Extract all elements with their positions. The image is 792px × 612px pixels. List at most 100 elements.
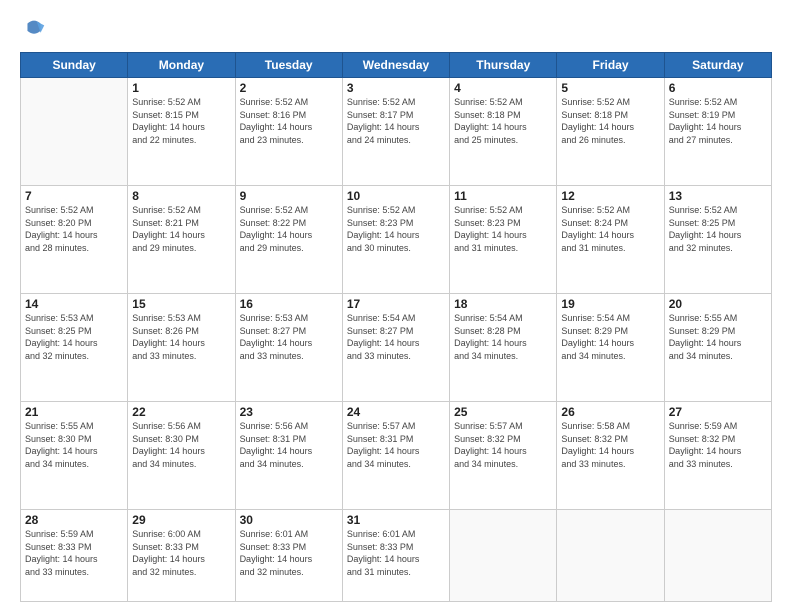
calendar-cell: 3Sunrise: 5:52 AM Sunset: 8:17 PM Daylig… bbox=[342, 78, 449, 186]
day-info: Sunrise: 5:56 AM Sunset: 8:31 PM Dayligh… bbox=[240, 420, 338, 470]
day-number: 21 bbox=[25, 405, 123, 419]
day-number: 13 bbox=[669, 189, 767, 203]
calendar-cell: 9Sunrise: 5:52 AM Sunset: 8:22 PM Daylig… bbox=[235, 185, 342, 293]
calendar-cell: 6Sunrise: 5:52 AM Sunset: 8:19 PM Daylig… bbox=[664, 78, 771, 186]
day-info: Sunrise: 5:52 AM Sunset: 8:17 PM Dayligh… bbox=[347, 96, 445, 146]
day-number: 2 bbox=[240, 81, 338, 95]
calendar-cell: 28Sunrise: 5:59 AM Sunset: 8:33 PM Dayli… bbox=[21, 509, 128, 601]
logo-icon bbox=[20, 16, 48, 44]
calendar-cell: 2Sunrise: 5:52 AM Sunset: 8:16 PM Daylig… bbox=[235, 78, 342, 186]
day-info: Sunrise: 5:52 AM Sunset: 8:16 PM Dayligh… bbox=[240, 96, 338, 146]
day-number: 16 bbox=[240, 297, 338, 311]
day-info: Sunrise: 5:52 AM Sunset: 8:19 PM Dayligh… bbox=[669, 96, 767, 146]
calendar-cell: 18Sunrise: 5:54 AM Sunset: 8:28 PM Dayli… bbox=[450, 293, 557, 401]
calendar-day-header: Monday bbox=[128, 53, 235, 78]
day-info: Sunrise: 5:52 AM Sunset: 8:18 PM Dayligh… bbox=[561, 96, 659, 146]
day-number: 23 bbox=[240, 405, 338, 419]
day-info: Sunrise: 6:01 AM Sunset: 8:33 PM Dayligh… bbox=[347, 528, 445, 578]
day-info: Sunrise: 5:59 AM Sunset: 8:32 PM Dayligh… bbox=[669, 420, 767, 470]
calendar-cell: 13Sunrise: 5:52 AM Sunset: 8:25 PM Dayli… bbox=[664, 185, 771, 293]
day-info: Sunrise: 5:52 AM Sunset: 8:18 PM Dayligh… bbox=[454, 96, 552, 146]
day-info: Sunrise: 5:57 AM Sunset: 8:32 PM Dayligh… bbox=[454, 420, 552, 470]
day-number: 19 bbox=[561, 297, 659, 311]
day-number: 27 bbox=[669, 405, 767, 419]
calendar-week-row: 14Sunrise: 5:53 AM Sunset: 8:25 PM Dayli… bbox=[21, 293, 772, 401]
day-number: 9 bbox=[240, 189, 338, 203]
calendar-cell: 15Sunrise: 5:53 AM Sunset: 8:26 PM Dayli… bbox=[128, 293, 235, 401]
header bbox=[20, 16, 772, 44]
day-number: 31 bbox=[347, 513, 445, 527]
day-number: 5 bbox=[561, 81, 659, 95]
calendar-cell: 26Sunrise: 5:58 AM Sunset: 8:32 PM Dayli… bbox=[557, 401, 664, 509]
day-info: Sunrise: 5:55 AM Sunset: 8:29 PM Dayligh… bbox=[669, 312, 767, 362]
day-info: Sunrise: 5:52 AM Sunset: 8:21 PM Dayligh… bbox=[132, 204, 230, 254]
day-number: 25 bbox=[454, 405, 552, 419]
calendar-cell: 11Sunrise: 5:52 AM Sunset: 8:23 PM Dayli… bbox=[450, 185, 557, 293]
day-info: Sunrise: 6:01 AM Sunset: 8:33 PM Dayligh… bbox=[240, 528, 338, 578]
day-number: 28 bbox=[25, 513, 123, 527]
calendar-table: SundayMondayTuesdayWednesdayThursdayFrid… bbox=[20, 52, 772, 602]
calendar-cell: 31Sunrise: 6:01 AM Sunset: 8:33 PM Dayli… bbox=[342, 509, 449, 601]
calendar-week-row: 1Sunrise: 5:52 AM Sunset: 8:15 PM Daylig… bbox=[21, 78, 772, 186]
calendar-cell: 21Sunrise: 5:55 AM Sunset: 8:30 PM Dayli… bbox=[21, 401, 128, 509]
day-number: 17 bbox=[347, 297, 445, 311]
day-info: Sunrise: 5:54 AM Sunset: 8:28 PM Dayligh… bbox=[454, 312, 552, 362]
day-number: 10 bbox=[347, 189, 445, 203]
calendar-cell: 7Sunrise: 5:52 AM Sunset: 8:20 PM Daylig… bbox=[21, 185, 128, 293]
calendar-cell bbox=[450, 509, 557, 601]
calendar-cell: 17Sunrise: 5:54 AM Sunset: 8:27 PM Dayli… bbox=[342, 293, 449, 401]
day-info: Sunrise: 5:54 AM Sunset: 8:27 PM Dayligh… bbox=[347, 312, 445, 362]
day-info: Sunrise: 5:58 AM Sunset: 8:32 PM Dayligh… bbox=[561, 420, 659, 470]
day-number: 3 bbox=[347, 81, 445, 95]
calendar-cell: 29Sunrise: 6:00 AM Sunset: 8:33 PM Dayli… bbox=[128, 509, 235, 601]
logo bbox=[20, 16, 52, 44]
calendar-day-header: Thursday bbox=[450, 53, 557, 78]
calendar-cell: 22Sunrise: 5:56 AM Sunset: 8:30 PM Dayli… bbox=[128, 401, 235, 509]
day-number: 12 bbox=[561, 189, 659, 203]
calendar-day-header: Friday bbox=[557, 53, 664, 78]
calendar-cell: 27Sunrise: 5:59 AM Sunset: 8:32 PM Dayli… bbox=[664, 401, 771, 509]
calendar-cell: 10Sunrise: 5:52 AM Sunset: 8:23 PM Dayli… bbox=[342, 185, 449, 293]
calendar-cell bbox=[21, 78, 128, 186]
day-number: 11 bbox=[454, 189, 552, 203]
calendar-cell: 19Sunrise: 5:54 AM Sunset: 8:29 PM Dayli… bbox=[557, 293, 664, 401]
day-info: Sunrise: 5:52 AM Sunset: 8:23 PM Dayligh… bbox=[347, 204, 445, 254]
day-number: 30 bbox=[240, 513, 338, 527]
day-number: 24 bbox=[347, 405, 445, 419]
day-info: Sunrise: 5:53 AM Sunset: 8:27 PM Dayligh… bbox=[240, 312, 338, 362]
calendar-week-row: 21Sunrise: 5:55 AM Sunset: 8:30 PM Dayli… bbox=[21, 401, 772, 509]
calendar-cell: 1Sunrise: 5:52 AM Sunset: 8:15 PM Daylig… bbox=[128, 78, 235, 186]
day-number: 15 bbox=[132, 297, 230, 311]
day-number: 7 bbox=[25, 189, 123, 203]
day-info: Sunrise: 5:56 AM Sunset: 8:30 PM Dayligh… bbox=[132, 420, 230, 470]
day-info: Sunrise: 5:59 AM Sunset: 8:33 PM Dayligh… bbox=[25, 528, 123, 578]
day-info: Sunrise: 5:52 AM Sunset: 8:22 PM Dayligh… bbox=[240, 204, 338, 254]
day-number: 20 bbox=[669, 297, 767, 311]
calendar-day-header: Sunday bbox=[21, 53, 128, 78]
calendar-cell bbox=[557, 509, 664, 601]
day-info: Sunrise: 5:57 AM Sunset: 8:31 PM Dayligh… bbox=[347, 420, 445, 470]
calendar-cell: 24Sunrise: 5:57 AM Sunset: 8:31 PM Dayli… bbox=[342, 401, 449, 509]
day-info: Sunrise: 6:00 AM Sunset: 8:33 PM Dayligh… bbox=[132, 528, 230, 578]
calendar-cell: 30Sunrise: 6:01 AM Sunset: 8:33 PM Dayli… bbox=[235, 509, 342, 601]
day-number: 1 bbox=[132, 81, 230, 95]
day-number: 18 bbox=[454, 297, 552, 311]
day-info: Sunrise: 5:52 AM Sunset: 8:25 PM Dayligh… bbox=[669, 204, 767, 254]
day-info: Sunrise: 5:54 AM Sunset: 8:29 PM Dayligh… bbox=[561, 312, 659, 362]
day-number: 4 bbox=[454, 81, 552, 95]
calendar-cell: 23Sunrise: 5:56 AM Sunset: 8:31 PM Dayli… bbox=[235, 401, 342, 509]
day-number: 6 bbox=[669, 81, 767, 95]
calendar-day-header: Tuesday bbox=[235, 53, 342, 78]
page: SundayMondayTuesdayWednesdayThursdayFrid… bbox=[0, 0, 792, 612]
calendar-cell: 16Sunrise: 5:53 AM Sunset: 8:27 PM Dayli… bbox=[235, 293, 342, 401]
day-info: Sunrise: 5:52 AM Sunset: 8:15 PM Dayligh… bbox=[132, 96, 230, 146]
calendar-cell: 14Sunrise: 5:53 AM Sunset: 8:25 PM Dayli… bbox=[21, 293, 128, 401]
calendar-cell: 8Sunrise: 5:52 AM Sunset: 8:21 PM Daylig… bbox=[128, 185, 235, 293]
day-info: Sunrise: 5:53 AM Sunset: 8:25 PM Dayligh… bbox=[25, 312, 123, 362]
day-info: Sunrise: 5:52 AM Sunset: 8:23 PM Dayligh… bbox=[454, 204, 552, 254]
day-number: 22 bbox=[132, 405, 230, 419]
calendar-cell: 5Sunrise: 5:52 AM Sunset: 8:18 PM Daylig… bbox=[557, 78, 664, 186]
day-info: Sunrise: 5:52 AM Sunset: 8:20 PM Dayligh… bbox=[25, 204, 123, 254]
calendar-week-row: 28Sunrise: 5:59 AM Sunset: 8:33 PM Dayli… bbox=[21, 509, 772, 601]
day-info: Sunrise: 5:53 AM Sunset: 8:26 PM Dayligh… bbox=[132, 312, 230, 362]
